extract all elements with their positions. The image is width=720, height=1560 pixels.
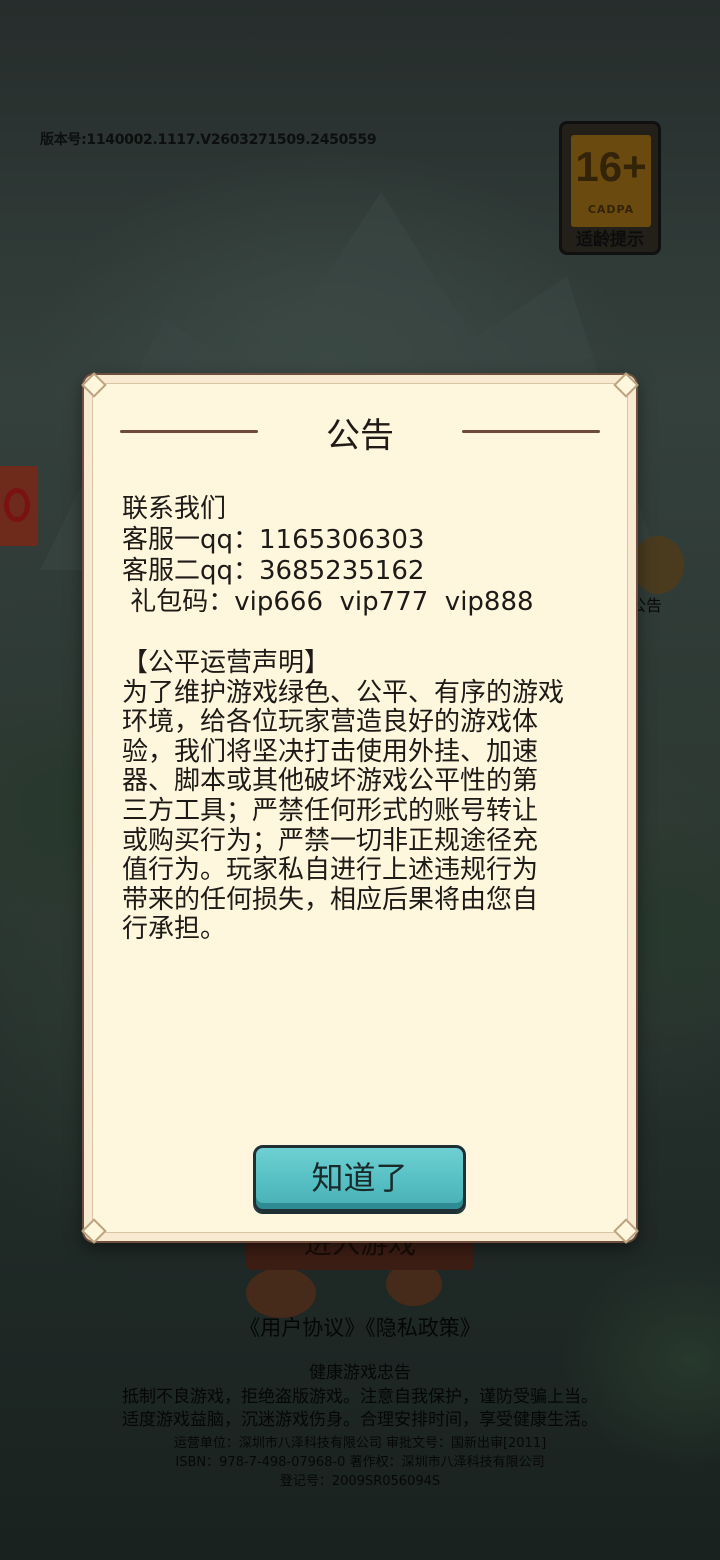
user-agreement-link[interactable]: 《用户协议》 xyxy=(239,1316,365,1340)
registration-info: 登记号：2009SR056094S xyxy=(279,1474,441,1489)
statement-title: 【公平运营声明】 xyxy=(122,648,331,678)
support-qq-2: 客服二qq：3685235162 xyxy=(122,556,425,586)
age-rating-plate: 16+ CADPA xyxy=(571,135,651,227)
side-event-icon[interactable] xyxy=(0,466,38,546)
statement-line: 值行为。玩家私自进行上述违规行为 xyxy=(122,855,539,886)
statement-line: 或购买行为；严禁一切非正规途径充 xyxy=(122,825,539,856)
dialog-title: 公告 xyxy=(326,416,394,456)
statement-line: 为了维护游戏绿色、公平、有序的游戏 xyxy=(122,677,565,708)
contact-heading: 联系我们 xyxy=(122,494,227,524)
privacy-policy-link[interactable]: 《隐私政策》 xyxy=(365,1316,481,1340)
age-rating-org: CADPA xyxy=(587,203,635,216)
version-label: 版本号:1140002.1117.V2603271509.2450559 xyxy=(40,132,377,148)
statement-line: 器、脚本或其他破坏游戏公平性的第 xyxy=(122,766,539,797)
notice-icon[interactable] xyxy=(632,536,684,594)
statement-line: 验，我们将坚决打击使用外挂、加速 xyxy=(122,736,539,767)
announcement-content: 联系我们 客服一qq：1165306303 客服二qq：3685235162 礼… xyxy=(122,494,602,945)
acknowledge-button[interactable]: 知道了 xyxy=(253,1145,466,1212)
health-notice-line: 适度游戏益脑，沉迷游戏伤身。合理安排时间，享受健康生活。 xyxy=(122,1410,598,1430)
statement-line: 三方工具；严禁任何形式的账号转让 xyxy=(122,795,539,826)
age-rating-badge[interactable]: 16+ CADPA 适龄提示 xyxy=(559,121,661,255)
statement-line: 环境，给各位玩家营造良好的游戏体 xyxy=(122,707,539,738)
gift-codes: 礼包码：vip666 vip777 vip888 xyxy=(122,587,534,617)
content-spacer xyxy=(122,618,602,649)
event-icon xyxy=(4,488,30,522)
support-qq-1: 客服一qq：1165306303 xyxy=(122,525,425,555)
isbn-info: ISBN：978-7-498-07968-0 著作权：深圳市八泽科技有限公司 xyxy=(175,1455,545,1470)
title-divider-right xyxy=(462,430,600,433)
title-divider-left xyxy=(120,430,258,433)
age-rating-number: 16+ xyxy=(575,143,647,190)
health-notice-title: 健康游戏忠告 xyxy=(309,1363,411,1383)
age-rating-tip: 适龄提示 xyxy=(576,230,644,250)
agreement-links: 《用户协议》《隐私政策》 xyxy=(0,1312,720,1342)
health-notice-line: 抵制不良游戏，拒绝盗版游戏。注意自我保护，谨防受骗上当。 xyxy=(122,1387,598,1407)
statement-line: 行承担。 xyxy=(122,914,227,945)
mascot-character xyxy=(246,1268,316,1318)
statement-line: 带来的任何损失，相应后果将由您自 xyxy=(122,884,539,915)
publisher-info: 运营单位：深圳市八泽科技有限公司 审批文号：国新出审[2011] xyxy=(173,1436,547,1451)
